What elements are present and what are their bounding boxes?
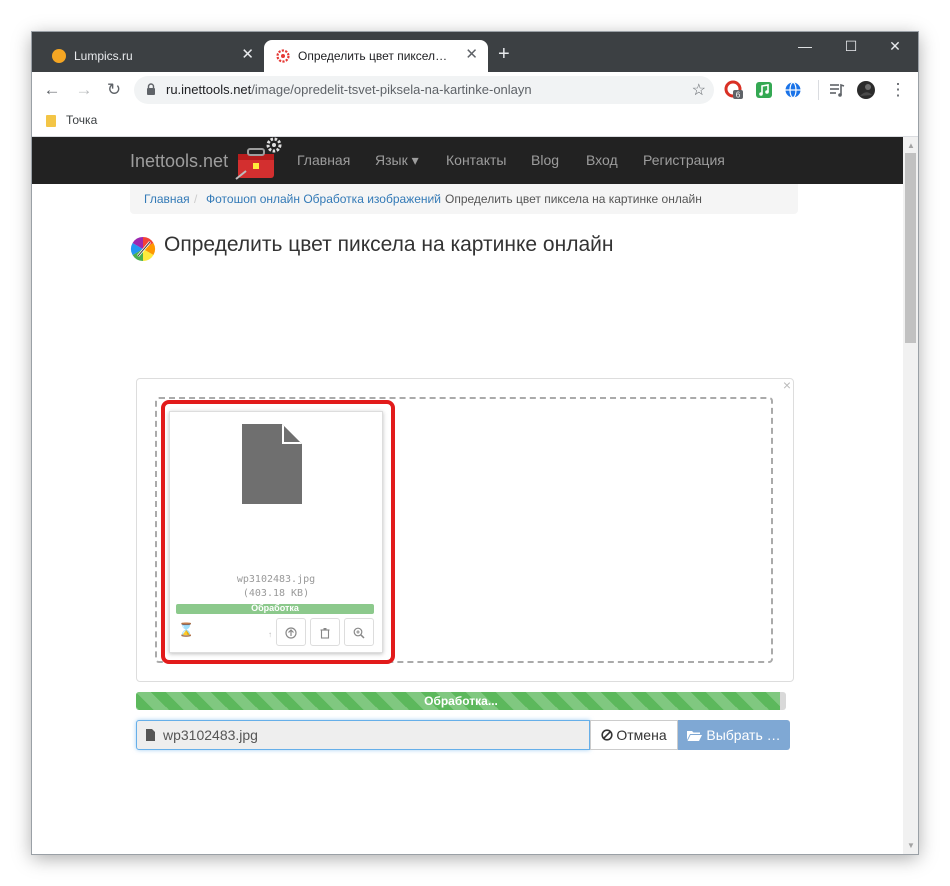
toolbox-logo-icon[interactable] <box>232 137 284 184</box>
bookmark-tochka[interactable]: Точка <box>46 113 97 127</box>
file-icon <box>146 729 155 741</box>
tab-strip: Lumpics.ru ✕ Определить цвет пиксела на … <box>32 32 918 72</box>
tab-close-icon[interactable]: ✕ <box>465 46 478 64</box>
breadcrumb-separator: / <box>432 192 436 206</box>
breadcrumb-separator: / <box>194 192 198 206</box>
nav-login[interactable]: Вход <box>586 152 618 168</box>
lock-icon <box>147 83 155 95</box>
lumpics-favicon-icon <box>52 49 66 63</box>
page-scrollbar[interactable]: ▲ ▼ <box>903 137 918 854</box>
page-viewport: Inettools.net Главная Язык ▾ Контакты Bl… <box>32 137 903 854</box>
upload-progress-label: Обработка... <box>424 694 498 708</box>
tab-lumpics[interactable]: Lumpics.ru ✕ <box>40 40 264 72</box>
profile-avatar[interactable] <box>856 80 876 100</box>
browser-window: Lumpics.ru ✕ Определить цвет пиксела на … <box>32 32 918 854</box>
site-navbar: Inettools.net Главная Язык ▾ Контакты Bl… <box>32 137 903 184</box>
file-input-group: wp3102483.jpg Отмена Выбрать … <box>136 720 790 750</box>
browse-button[interactable]: Выбрать … <box>678 720 790 750</box>
browse-label: Выбрать … <box>706 727 781 743</box>
maximize-button[interactable]: ☐ <box>836 38 866 55</box>
nav-home[interactable]: Главная <box>297 152 350 168</box>
url-host: ru.inettools.net <box>166 82 252 97</box>
cancel-button[interactable]: Отмена <box>590 720 678 750</box>
tab-inettools[interactable]: Определить цвет пиксела на ка… ✕ <box>264 40 488 72</box>
gear-favicon-icon <box>276 49 290 63</box>
toolbar-divider <box>818 80 819 100</box>
extension-badge: 6 <box>736 91 741 100</box>
nav-blog[interactable]: Blog <box>531 152 559 168</box>
media-queue-icon[interactable] <box>827 80 847 100</box>
file-caption-text: wp3102483.jpg <box>163 727 258 743</box>
tab-title: Lumpics.ru <box>74 49 133 63</box>
nav-language[interactable]: Язык ▾ <box>375 152 419 169</box>
upload-progress-bar: Обработка... <box>136 692 786 710</box>
tab-close-icon[interactable]: ✕ <box>241 46 254 64</box>
tab-title: Определить цвет пиксела на ка… <box>298 49 448 63</box>
ban-icon <box>601 729 613 741</box>
forward-arrow-icon[interactable]: → <box>74 80 94 100</box>
music-extension-icon[interactable] <box>754 80 774 100</box>
folder-open-icon <box>687 731 703 741</box>
bookmarks-bar: Точка <box>32 108 918 137</box>
breadcrumb-current: Определить цвет пиксела на картинке онла… <box>445 192 702 206</box>
breadcrumb: Главная / Фотошоп онлайн Обработка изобр… <box>130 184 798 214</box>
file-caption-input[interactable]: wp3102483.jpg <box>136 720 590 750</box>
color-wheel-icon <box>130 237 156 261</box>
scroll-up-icon[interactable]: ▲ <box>907 141 915 150</box>
breadcrumb-home[interactable]: Главная <box>144 192 190 206</box>
cancel-label: Отмена <box>616 727 667 743</box>
site-brand[interactable]: Inettools.net <box>130 151 228 172</box>
minimize-button[interactable]: — <box>790 38 820 54</box>
url-path: /image/opredelit-tsvet-piksela-na-kartin… <box>251 82 532 97</box>
adblock-extension-icon[interactable]: 6 <box>724 80 744 100</box>
nav-contacts[interactable]: Контакты <box>446 152 506 168</box>
menu-kebab-icon[interactable]: ⋮ <box>888 80 908 100</box>
new-tab-button[interactable]: + <box>498 44 510 64</box>
breadcrumb-photoshop[interactable]: Фотошоп онлайн Обработка изображений <box>206 192 441 206</box>
bookmark-star-icon[interactable]: ☆ <box>692 80 706 100</box>
bookmark-label: Точка <box>66 113 98 127</box>
scroll-down-icon[interactable]: ▼ <box>907 841 915 850</box>
url-text: ru.inettools.net/image/opredelit-tsvet-p… <box>166 82 532 97</box>
scrollbar-thumb[interactable] <box>905 153 916 343</box>
highlight-frame <box>161 400 395 664</box>
folder-icon <box>46 114 56 127</box>
back-arrow-icon[interactable]: ← <box>42 80 62 100</box>
uploader-close-icon[interactable]: × <box>783 377 791 393</box>
nav-register[interactable]: Регистрация <box>643 152 725 168</box>
vpn-globe-extension-icon[interactable] <box>783 80 803 100</box>
reload-icon[interactable]: ↻ <box>104 80 124 100</box>
window-close-button[interactable]: ✕ <box>880 38 910 55</box>
browser-toolbar: ← → ↻ ru.inettools.net/image/opredelit-t… <box>32 72 918 108</box>
address-bar[interactable]: ru.inettools.net/image/opredelit-tsvet-p… <box>134 76 714 104</box>
page-title-text: Определить цвет пиксела на картинке онла… <box>164 233 614 256</box>
